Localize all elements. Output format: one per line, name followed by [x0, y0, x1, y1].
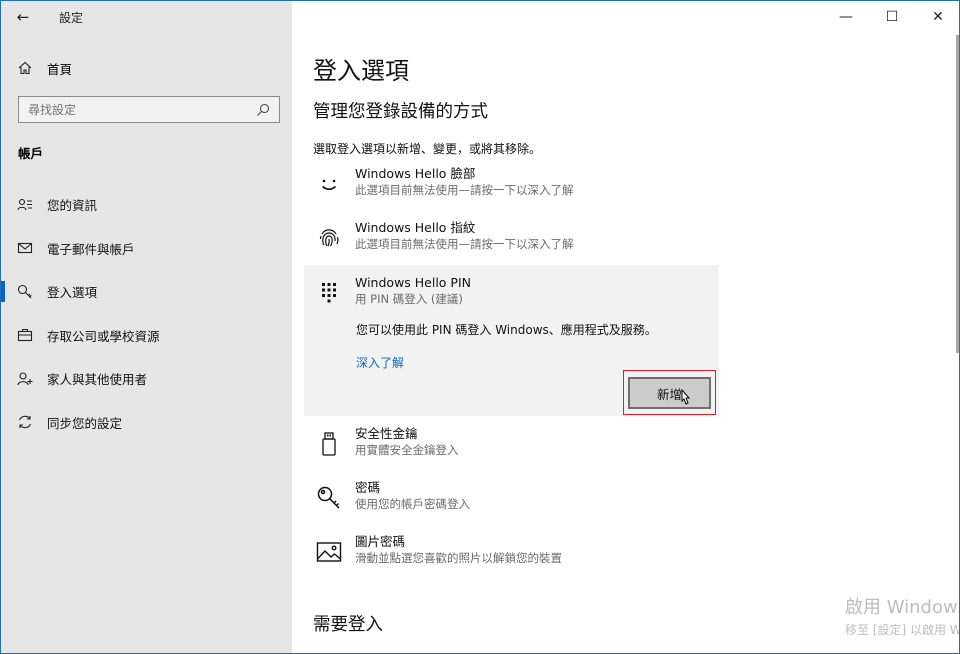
option-subtitle: 此選項目前無法使用—請按一下以深入了解	[355, 183, 574, 197]
usb-key-icon	[312, 427, 346, 461]
sidebar-item-label: 存取公司或學校資源	[47, 328, 160, 344]
minimize-icon: —	[839, 9, 853, 25]
pin-detail-text: 您可以使用此 PIN 碼登入 Windows、應用程式及服務。	[356, 323, 657, 337]
option-title: 安全性金鑰	[355, 426, 418, 441]
sidebar-item-sign-in-options[interactable]: 登入選項	[1, 270, 292, 314]
briefcase-icon	[17, 327, 33, 343]
maximize-button[interactable]: ☐	[869, 1, 915, 33]
home-icon	[17, 60, 33, 76]
fingerprint-icon	[312, 221, 346, 255]
section-title: 帳戶	[18, 146, 44, 161]
face-icon	[312, 167, 346, 201]
main-content: — ☐ ✕ 登入選項 管理您登錄設備的方式 選取登入選項以新增、變更，或將其移除…	[292, 1, 960, 653]
option-title: Windows Hello PIN	[355, 275, 472, 290]
sidebar-nav: 您的資訊 電子郵件與帳戶 登入選項 存取公司或學校資源 家人與其他使用者 同步您…	[1, 183, 292, 444]
option-picture-password[interactable]: 圖片密碼 滑動並點選您喜歡的照片以解鎖您的裝置	[312, 533, 732, 569]
option-subtitle: 此選項目前無法使用—請按一下以深入了解	[355, 237, 574, 251]
watermark-line1: 啟用 Windows	[845, 597, 960, 618]
person-info-icon	[17, 197, 33, 213]
close-icon: ✕	[932, 9, 944, 25]
sidebar-item-label: 登入選項	[47, 285, 98, 301]
option-title: 密碼	[355, 480, 381, 495]
sidebar-item-label: 電子郵件與帳戶	[47, 241, 135, 257]
option-subtitle: 滑動並點選您喜歡的照片以解鎖您的裝置	[355, 551, 562, 565]
sidebar-item-sync[interactable]: 同步您的設定	[1, 401, 292, 445]
mail-icon	[17, 240, 33, 256]
option-title: 圖片密碼	[355, 534, 406, 549]
sidebar-item-label: 您的資訊	[47, 198, 98, 214]
window-controls: — ☐ ✕	[823, 1, 959, 33]
search-icon[interactable]	[255, 102, 271, 118]
sidebar: ← 設定 首頁 帳戶 您的資訊	[1, 1, 292, 653]
password-key-icon	[312, 481, 346, 515]
option-title: Windows Hello 臉部	[355, 166, 476, 181]
picture-icon	[312, 535, 346, 569]
option-fingerprint[interactable]: Windows Hello 指紋 此選項目前無法使用—請按一下以深入了解	[312, 219, 732, 255]
option-title: Windows Hello 指紋	[355, 220, 476, 235]
option-subtitle: 用實體安全金鑰登入	[355, 443, 459, 457]
require-signin-title: 需要登入	[313, 615, 383, 635]
option-subtitle: 用 PIN 碼登入 (建議)	[355, 292, 463, 306]
section-subtitle: 管理您登錄設備的方式	[313, 102, 488, 122]
sidebar-item-your-info[interactable]: 您的資訊	[1, 183, 292, 227]
person-add-icon	[17, 371, 33, 387]
option-pin[interactable]: Windows Hello PIN 用 PIN 碼登入 (建議)	[312, 274, 732, 310]
sidebar-item-label: 首頁	[47, 61, 73, 77]
sidebar-item-home[interactable]: 首頁	[1, 53, 292, 83]
back-arrow-icon: ←	[16, 8, 30, 26]
minimize-button[interactable]: —	[823, 1, 869, 33]
key-icon	[17, 284, 33, 300]
description: 選取登入選項以新增、變更，或將其移除。	[313, 142, 542, 156]
sync-icon	[17, 414, 33, 430]
option-password[interactable]: 密碼 使用您的帳戶密碼登入	[312, 479, 732, 515]
titlebar: ← 設定	[1, 1, 292, 33]
app-title: 設定	[59, 10, 84, 25]
add-pin-button[interactable]: 新增	[628, 377, 711, 409]
pin-keypad-icon	[312, 276, 346, 310]
option-face[interactable]: Windows Hello 臉部 此選項目前無法使用—請按一下以深入了解	[312, 165, 732, 201]
sidebar-item-email-accounts[interactable]: 電子郵件與帳戶	[1, 227, 292, 271]
learn-more-link[interactable]: 深入了解	[356, 354, 404, 371]
settings-window: ← 設定 首頁 帳戶 您的資訊	[0, 0, 960, 654]
search-box[interactable]	[18, 96, 280, 123]
search-input[interactable]	[28, 102, 248, 117]
watermark-line2: 移至 [設定] 以啟用 W	[845, 623, 960, 637]
scrollbar[interactable]	[956, 35, 959, 353]
sidebar-item-label: 同步您的設定	[47, 415, 123, 431]
sidebar-item-family[interactable]: 家人與其他使用者	[1, 357, 292, 401]
page-title: 登入選項	[313, 57, 409, 85]
close-button[interactable]: ✕	[915, 1, 959, 33]
sidebar-item-work-school[interactable]: 存取公司或學校資源	[1, 314, 292, 358]
activation-watermark: 啟用 Windows 移至 [設定] 以啟用 W	[845, 593, 960, 638]
mouse-cursor-icon	[681, 389, 691, 405]
option-security-key[interactable]: 安全性金鑰 用實體安全金鑰登入	[312, 425, 732, 461]
option-subtitle: 使用您的帳戶密碼登入	[355, 497, 470, 511]
maximize-icon: ☐	[885, 9, 899, 25]
sidebar-item-label: 家人與其他使用者	[47, 372, 148, 388]
back-button[interactable]: ←	[1, 1, 45, 33]
